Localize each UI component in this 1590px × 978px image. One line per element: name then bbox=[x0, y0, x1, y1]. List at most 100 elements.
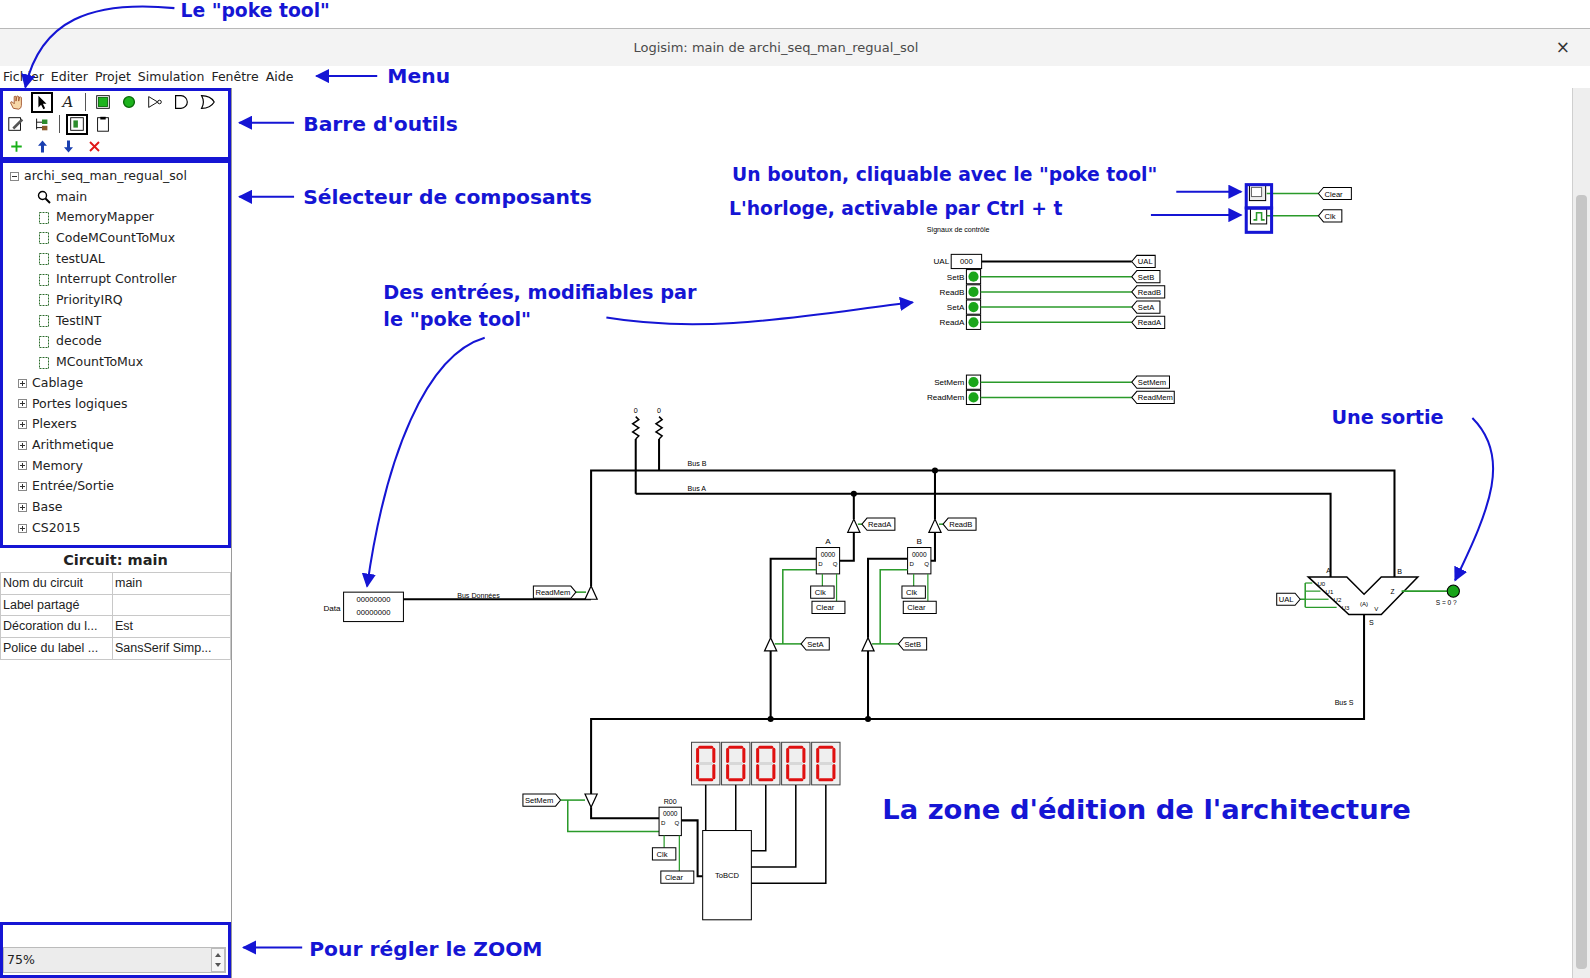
spinner-icon[interactable] bbox=[211, 948, 225, 972]
zoom-spinner[interactable] bbox=[211, 948, 225, 972]
wire bbox=[751, 785, 825, 883]
input-pin[interactable] bbox=[966, 300, 980, 314]
vertical-scrollbar[interactable] bbox=[1572, 88, 1590, 978]
expander-icon[interactable] bbox=[18, 482, 27, 491]
menu-item[interactable]: Fichier bbox=[3, 68, 44, 87]
simtree-tool[interactable] bbox=[31, 114, 53, 135]
edit-tool[interactable] bbox=[5, 114, 27, 135]
clock[interactable] bbox=[1250, 209, 1266, 224]
tunnel: SetB bbox=[898, 638, 926, 650]
expander-icon[interactable] bbox=[10, 172, 19, 181]
down-tool[interactable] bbox=[57, 136, 79, 157]
multibit-input[interactable] bbox=[951, 254, 981, 268]
seven-segment-digit bbox=[812, 742, 840, 785]
annotation: La zone d'édition de l'architecture bbox=[882, 794, 1411, 825]
expander-icon[interactable] bbox=[18, 399, 27, 408]
or-tool[interactable] bbox=[196, 92, 218, 113]
select-tool[interactable] bbox=[31, 92, 53, 113]
expander-icon[interactable] bbox=[18, 420, 27, 429]
pin-out-tool[interactable] bbox=[118, 92, 140, 113]
text-tool[interactable]: A bbox=[57, 92, 79, 113]
tree-item[interactable]: TestINT bbox=[3, 311, 228, 332]
wire bbox=[751, 785, 795, 867]
button[interactable] bbox=[1249, 185, 1265, 200]
tree-item[interactable]: Arithmetique bbox=[3, 435, 228, 456]
label: SetB bbox=[1138, 273, 1154, 282]
tunnel: ReadMem bbox=[1132, 391, 1175, 403]
pin-out-icon bbox=[120, 93, 138, 111]
up-tool[interactable] bbox=[31, 136, 53, 157]
and-tool[interactable] bbox=[170, 92, 192, 113]
input-pin[interactable] bbox=[966, 285, 980, 299]
input-pin[interactable] bbox=[966, 375, 980, 389]
circuit-icon bbox=[37, 335, 51, 349]
tree-item[interactable]: MCountToMux bbox=[3, 352, 228, 373]
layout-tool[interactable] bbox=[66, 114, 88, 135]
tree-item[interactable]: Interrupt Controller bbox=[3, 269, 228, 290]
expander-icon[interactable] bbox=[18, 503, 27, 512]
property-value[interactable]: main bbox=[113, 572, 231, 594]
tree-item[interactable]: Base bbox=[3, 497, 228, 518]
annotation: Des entrées, modifiables par bbox=[383, 281, 697, 304]
wire bbox=[1305, 591, 1320, 592]
zoom-field[interactable]: 75% bbox=[3, 947, 226, 973]
expander-icon[interactable] bbox=[18, 441, 27, 450]
not-tool[interactable] bbox=[144, 92, 166, 113]
menu-item[interactable]: Simulation bbox=[138, 68, 205, 87]
wire bbox=[1304, 583, 1306, 607]
property-value[interactable] bbox=[113, 594, 231, 616]
annotation: Menu bbox=[387, 64, 450, 88]
tunnel: Clk bbox=[1318, 210, 1341, 222]
label: ToBCD bbox=[715, 871, 740, 880]
delete-tool[interactable] bbox=[83, 136, 105, 157]
label: 0 bbox=[657, 407, 661, 415]
expander-icon[interactable] bbox=[18, 461, 27, 470]
tree-item[interactable]: MemoryMapper bbox=[3, 207, 228, 228]
circuit-icon bbox=[37, 211, 51, 225]
wire bbox=[981, 322, 1132, 324]
property-value[interactable]: SansSerif Simp... bbox=[113, 638, 231, 660]
add-tool[interactable] bbox=[5, 136, 27, 157]
clipboard-tool[interactable] bbox=[92, 114, 114, 135]
input-pin[interactable] bbox=[966, 315, 980, 329]
circuit-name: MCountToMux bbox=[56, 353, 143, 372]
property-value[interactable]: Est bbox=[113, 616, 231, 638]
expander-icon[interactable] bbox=[18, 379, 27, 388]
tree-item[interactable]: testUAL bbox=[3, 249, 228, 270]
canvas[interactable]: ClearClkSignaux de contrôleUAL000UALSetB… bbox=[232, 88, 1572, 978]
poke-tool[interactable] bbox=[5, 92, 27, 113]
alu bbox=[1308, 577, 1418, 615]
expander-icon[interactable] bbox=[18, 524, 27, 533]
tree-item[interactable]: CodeMCountToMux bbox=[3, 228, 228, 249]
tree-item[interactable]: CS2015 bbox=[3, 518, 228, 539]
input-pin[interactable] bbox=[966, 390, 980, 404]
wire bbox=[635, 439, 637, 494]
label: ReadB bbox=[940, 288, 965, 297]
tree-item[interactable]: decode bbox=[3, 332, 228, 353]
tree-item[interactable]: archi_seq_man_regual_sol bbox=[3, 166, 228, 187]
label: SetA bbox=[947, 303, 965, 312]
scrollbar-thumb[interactable] bbox=[1576, 195, 1587, 969]
tree-item[interactable]: Entrée/Sortie bbox=[3, 476, 228, 497]
menu-item[interactable]: Projet bbox=[95, 68, 131, 87]
tree-item[interactable]: Plexers bbox=[3, 414, 228, 435]
input-pin[interactable] bbox=[966, 270, 980, 284]
tunnel: SetA bbox=[801, 638, 829, 650]
circuit-diagram[interactable]: ClearClkSignaux de contrôleUAL000UALSetB… bbox=[232, 88, 1572, 978]
tree-item[interactable]: Memory bbox=[3, 456, 228, 477]
library-name: Cablage bbox=[32, 374, 83, 393]
close-button[interactable]: × bbox=[1552, 37, 1574, 58]
menu-bar: Fichier Editer Projet Simulation Fenêtre Aide bbox=[0, 66, 1590, 88]
tree-item[interactable]: Cablage bbox=[3, 373, 228, 394]
label: SetB bbox=[905, 640, 921, 649]
tree-item[interactable]: main bbox=[3, 187, 228, 208]
label: Clk bbox=[815, 588, 826, 597]
menu-item[interactable]: Editer bbox=[51, 68, 88, 87]
tree-item[interactable]: PriorityIRQ bbox=[3, 290, 228, 311]
menu-item[interactable]: Aide bbox=[266, 68, 294, 87]
tree-item[interactable]: Portes logiques bbox=[3, 394, 228, 415]
pin-in-tool[interactable] bbox=[92, 92, 114, 113]
menu-item[interactable]: Fenêtre bbox=[211, 68, 258, 87]
label: R00 bbox=[664, 798, 677, 806]
data-input[interactable] bbox=[344, 592, 404, 621]
